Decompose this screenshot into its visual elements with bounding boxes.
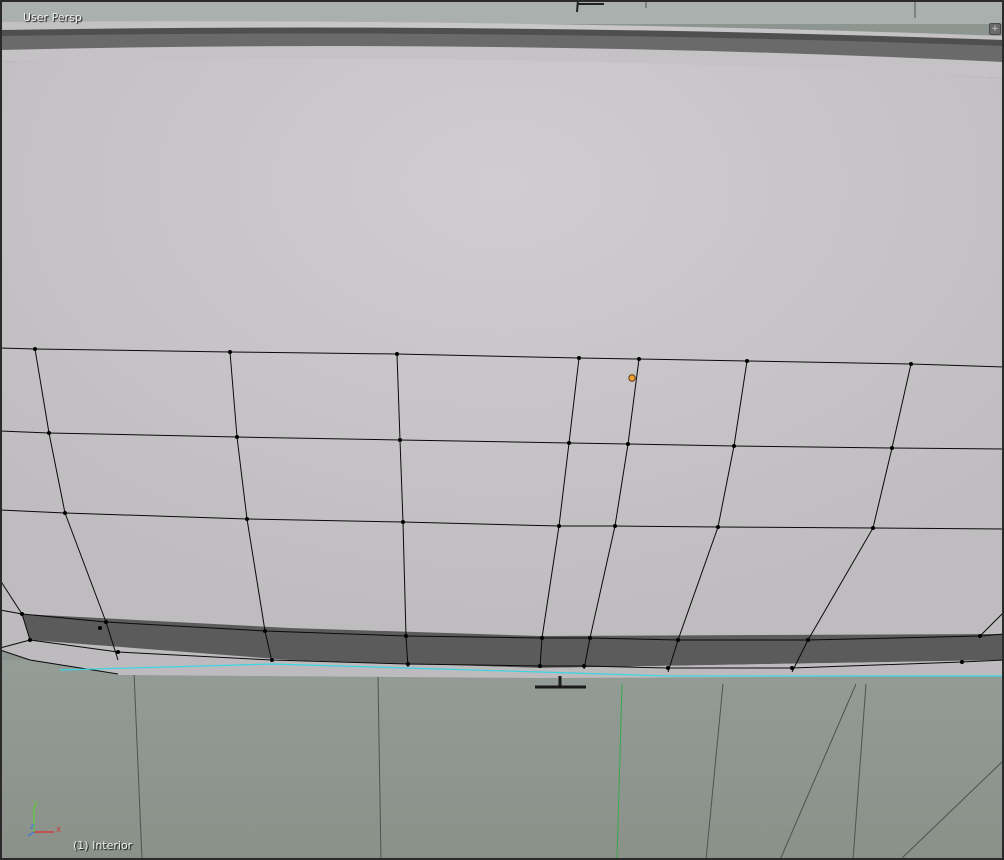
top-strip: [0, 0, 1004, 24]
object-info-label: (1) Interior: [73, 839, 133, 852]
z-axis-line: [27, 831, 35, 837]
plus-icon[interactable]: +: [989, 23, 1001, 35]
mesh-scene[interactable]: [0, 0, 1004, 860]
3d-viewport[interactable]: User Persp + x y z (1) Interior: [0, 0, 1004, 860]
object-origin: [628, 374, 636, 382]
z-axis-label: z: [30, 822, 35, 832]
axis-gizmo: x y z: [27, 799, 62, 837]
x-axis-label: x: [56, 825, 62, 835]
y-axis-label: y: [33, 799, 39, 809]
main-surface: [0, 21, 1004, 673]
view-name-label: User Persp: [23, 11, 82, 24]
